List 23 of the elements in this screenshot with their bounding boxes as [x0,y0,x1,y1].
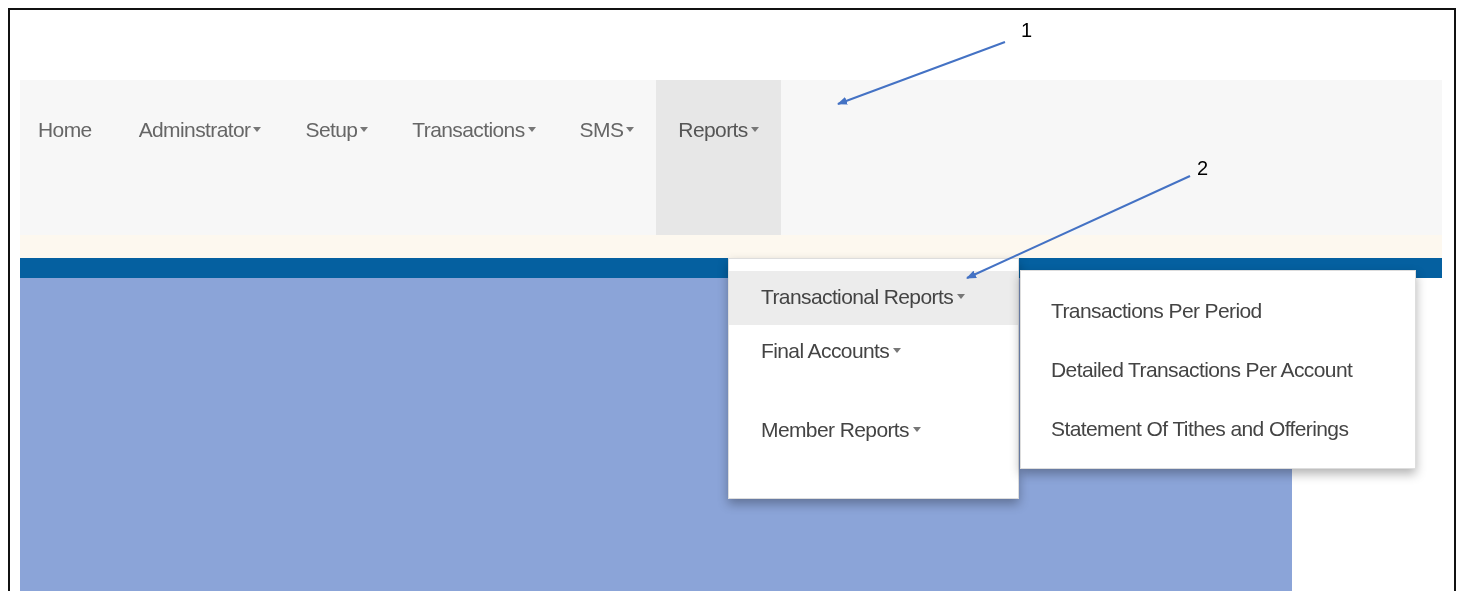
nav-label: Adminstrator [138,117,251,143]
nav-item[interactable]: Setup [283,80,391,235]
nav-item[interactable]: SMS [557,80,657,235]
nav-label: Reports [678,117,748,143]
submenu-item[interactable]: Transactions Per Period [1021,295,1415,354]
nav-label: SMS [579,117,624,143]
nav-item[interactable]: Transactions [390,80,558,235]
menu-label: Transactional Reports [761,284,954,310]
annotation-number: 1 [1021,20,1033,40]
nav-item[interactable]: Home [20,80,117,235]
submenu-item[interactable]: Statement Of Tithes and Offerings [1021,413,1415,472]
submenu-item[interactable]: Detailed Transactions Per Account [1021,354,1415,413]
menu-label: Final Accounts [761,337,890,364]
menu-item[interactable]: Final Accounts [729,324,1018,378]
nav-item[interactable]: Adminstrator [116,80,284,235]
nav-label: Transactions [412,117,525,143]
nav-item[interactable]: Reports [656,80,781,235]
menu-item[interactable]: Transactional Reports [729,271,1018,325]
annotation-number: 2 [1197,158,1209,178]
menu-item[interactable]: Member Reports [729,404,1018,458]
nav-label: Home [38,117,92,143]
nav-label: Setup [305,117,358,143]
menu-label: Member Reports [761,417,909,443]
